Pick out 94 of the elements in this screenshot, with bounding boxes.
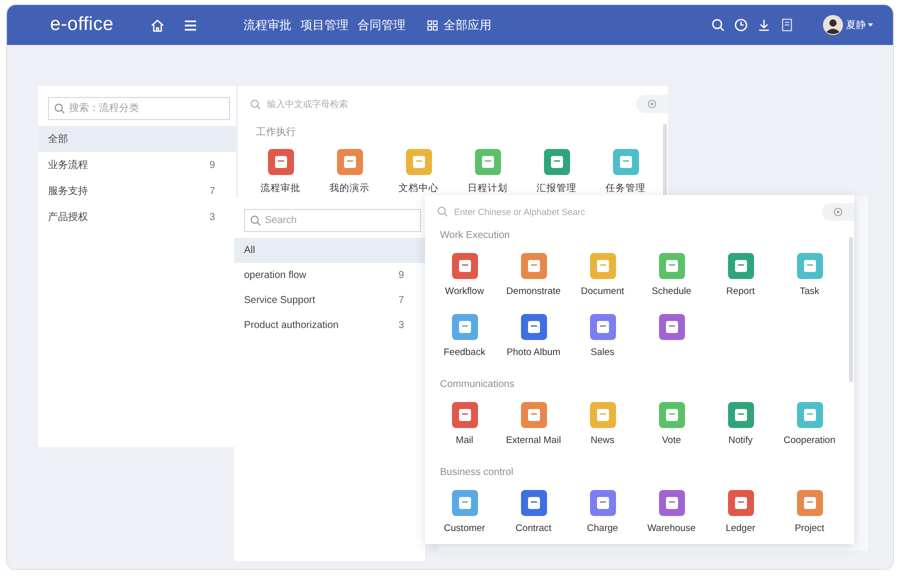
clock-icon[interactable]	[734, 18, 748, 32]
nav-link[interactable]: 流程审批	[244, 16, 292, 34]
app-icon[interactable]	[268, 149, 294, 175]
app-label[interactable]: Report	[726, 286, 755, 297]
app-label[interactable]: Vote	[662, 435, 682, 446]
app-label[interactable]: External Mail	[506, 435, 561, 446]
app-label[interactable]: Charge	[586, 523, 618, 534]
nav-link[interactable]: 合同管理	[358, 16, 406, 34]
app-label[interactable]: Cooperation	[784, 435, 836, 446]
caret-icon[interactable]	[868, 23, 873, 27]
app-label[interactable]: Feedback	[444, 347, 486, 358]
app-icon[interactable]	[520, 314, 546, 340]
logo[interactable]: e-office	[50, 14, 114, 36]
app-icon[interactable]	[658, 253, 684, 279]
app-icon[interactable]	[796, 253, 822, 279]
app-label[interactable]: Schedule	[652, 286, 692, 297]
app-label[interactable]: Mail	[456, 435, 474, 446]
app-icon[interactable]	[520, 490, 546, 516]
app-icon[interactable]	[796, 490, 822, 516]
section-title: Work Execution	[439, 229, 511, 243]
app-icon[interactable]	[590, 314, 616, 340]
category-item[interactable]: 业务流程 9	[38, 152, 236, 178]
target-button[interactable]	[636, 95, 668, 113]
category-item[interactable]: 产品授权 3	[38, 204, 236, 230]
app-label[interactable]: Photo Album	[506, 347, 560, 358]
all-apps-link[interactable]: 全部应用	[444, 16, 492, 34]
app-icon[interactable]	[336, 149, 362, 175]
app-icon[interactable]	[658, 314, 684, 340]
app-icon[interactable]	[658, 490, 684, 516]
search-field[interactable]: Search	[244, 209, 421, 232]
search-icon	[250, 215, 261, 226]
user-name[interactable]: 夏静	[846, 18, 866, 32]
app-label[interactable]: 文档中心	[398, 182, 438, 195]
app-label[interactable]: Workflow	[445, 286, 484, 297]
app-label[interactable]: Document	[580, 286, 624, 297]
app-label[interactable]: Ledger	[726, 523, 756, 534]
app-label[interactable]: 日程计划	[468, 182, 508, 195]
grid-icon[interactable]	[426, 20, 438, 30]
app-label[interactable]: Task	[800, 286, 820, 297]
app-icon[interactable]	[452, 490, 478, 516]
category-item[interactable]: All	[234, 238, 425, 263]
home-icon[interactable]	[150, 18, 165, 32]
section-title: Communications	[439, 378, 516, 392]
app-icon[interactable]	[452, 253, 478, 279]
category-item[interactable]: 全部	[38, 126, 236, 152]
app-icon[interactable]	[658, 402, 684, 428]
app-icon[interactable]	[612, 149, 638, 175]
avatar[interactable]	[823, 15, 843, 35]
app-icon[interactable]	[728, 402, 754, 428]
app-label[interactable]: Project	[794, 523, 824, 534]
app-icon[interactable]	[590, 490, 616, 516]
search-icon	[437, 206, 448, 217]
app-icon[interactable]	[544, 149, 570, 175]
search-field[interactable]: 输入中文或字母检索	[265, 98, 632, 110]
search-icon[interactable]	[711, 18, 725, 32]
download-icon[interactable]	[757, 18, 771, 32]
app-label[interactable]: 我的演示	[330, 182, 370, 195]
target-button[interactable]	[822, 202, 854, 220]
target-icon	[833, 206, 843, 216]
app-icon[interactable]	[728, 253, 754, 279]
app-icon[interactable]	[590, 253, 616, 279]
search-field[interactable]: Enter Chinese or Alphabet Searc	[452, 206, 818, 218]
app-label[interactable]: Customer	[444, 523, 486, 534]
app-icon[interactable]	[474, 149, 500, 175]
app-label[interactable]: Demonstrate	[506, 286, 561, 297]
app-icon[interactable]	[796, 402, 822, 428]
app-label[interactable]: News	[590, 435, 614, 446]
app-label[interactable]: Warehouse	[647, 523, 696, 534]
app-icon[interactable]	[452, 402, 478, 428]
section-title: Business control	[439, 466, 514, 480]
target-icon	[647, 99, 657, 109]
category-item[interactable]: 服务支持 7	[38, 178, 236, 204]
app-icon[interactable]	[406, 149, 432, 175]
nav-link[interactable]: 项目管理	[300, 16, 349, 34]
category-item[interactable]: Service Support 7	[234, 288, 425, 313]
section-title: 工作执行	[255, 126, 297, 140]
search-icon	[54, 103, 65, 114]
app-label[interactable]: Notify	[728, 435, 753, 446]
app-icon[interactable]	[590, 402, 616, 428]
app-label[interactable]: 流程审批	[260, 182, 300, 195]
app-label[interactable]: 汇报管理	[536, 182, 576, 195]
app-label[interactable]: 任务管理	[606, 182, 646, 195]
app-icon[interactable]	[452, 314, 478, 340]
search-field[interactable]: 搜索：流程分类	[48, 97, 230, 120]
search-icon	[250, 98, 261, 110]
menu-icon[interactable]	[182, 18, 198, 32]
document-icon[interactable]	[780, 18, 794, 32]
app-label[interactable]: Sales	[590, 347, 614, 358]
category-item[interactable]: Product authorization 3	[234, 313, 425, 338]
category-item[interactable]: operation flow 9	[234, 263, 425, 288]
app-icon[interactable]	[520, 253, 546, 279]
app-label[interactable]: Contract	[516, 523, 552, 534]
app-icon[interactable]	[520, 402, 546, 428]
app-icon[interactable]	[728, 490, 754, 516]
